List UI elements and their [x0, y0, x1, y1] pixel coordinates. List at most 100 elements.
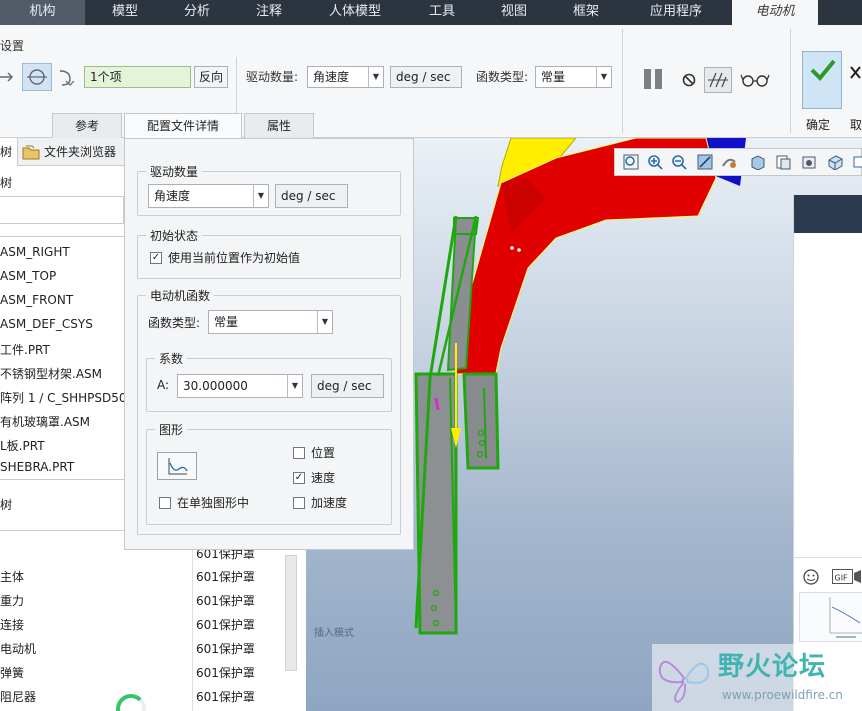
separate-graph-checkbox[interactable]: [159, 497, 171, 509]
ribbon-tab-analysis[interactable]: 分析: [168, 0, 226, 25]
ribbon-tab-motor[interactable]: 电动机: [732, 0, 818, 25]
view-manager-icon[interactable]: [801, 154, 817, 170]
graphics-toolbar: [614, 148, 862, 176]
zoom-out-icon[interactable]: [671, 154, 687, 170]
function-type-label: 函数类型:: [148, 316, 201, 330]
ribbon-tab-model[interactable]: 模型: [96, 0, 154, 25]
ok-button[interactable]: [802, 51, 842, 109]
refit-icon[interactable]: [623, 154, 639, 170]
tree-item[interactable]: 有机玻璃罩.ASM: [0, 413, 90, 430]
tree-item[interactable]: ASM_RIGHT: [0, 245, 70, 259]
list-item: 601保护罩: [196, 690, 255, 704]
separate-graph-label: 在单独图形中: [177, 496, 250, 510]
acceleration-checkbox[interactable]: [293, 497, 305, 509]
thumbnail-plot: [829, 597, 862, 638]
pause-icon: [655, 69, 662, 89]
tree-item[interactable]: 阵列 1 / C_SHHPSD50.A: [0, 389, 139, 406]
ribbon-tab-annotation[interactable]: 注释: [240, 0, 298, 25]
coef-a-input[interactable]: 30.000000 ▼: [177, 374, 303, 398]
drive-qty-group: 驱动数量 角速度 ▼ deg / sec: [137, 163, 401, 216]
drive-qty-select[interactable]: 角速度 ▼: [307, 66, 384, 88]
preview-toggle[interactable]: [704, 67, 732, 93]
use-current-position-label: 使用当前位置作为初始值: [168, 251, 301, 265]
spin-center-icon[interactable]: [721, 154, 737, 170]
tree-search-field[interactable]: [0, 196, 124, 224]
mech-tree-item-springs[interactable]: 弹簧: [0, 664, 24, 681]
mech-tree-item-gravity[interactable]: 重力: [0, 592, 24, 609]
rotation-axis-icon: [27, 69, 47, 85]
ribbon-tab-view[interactable]: 视图: [486, 0, 542, 25]
tree-item[interactable]: ASM_FRONT: [0, 293, 73, 307]
func-type-value: 常量: [541, 70, 566, 84]
ok-label: 确定: [806, 118, 831, 132]
drive-qty-value: 角速度: [313, 70, 350, 84]
ribbon-tab-framework[interactable]: 框架: [558, 0, 614, 25]
velocity-checkbox[interactable]: ✓: [293, 472, 305, 484]
ribbon-tab-human-model[interactable]: 人体模型: [318, 0, 392, 25]
display-style-icon[interactable]: [749, 154, 765, 170]
tree-item[interactable]: ASM_DEF_CSYS: [0, 317, 93, 331]
drive-qty-group-title: 驱动数量: [146, 163, 203, 180]
mech-tree-item-motors[interactable]: 电动机: [0, 640, 36, 657]
subtab-references[interactable]: 参考: [52, 113, 122, 138]
tree-item[interactable]: 不锈钢型材架.ASM: [0, 365, 102, 382]
ribbon-tab-tools[interactable]: 工具: [414, 0, 470, 25]
pause-button[interactable]: [640, 65, 668, 95]
initial-state-group-title: 初始状态: [146, 227, 203, 244]
motor-function-group-title: 电动机函数: [146, 287, 215, 304]
reverse-button[interactable]: 反向: [194, 66, 228, 88]
function-type-dropdown[interactable]: 常量 ▼: [208, 310, 333, 334]
drive-qty-label: 驱动数量:: [246, 70, 299, 84]
ribbon-panel: 设置 1个项 反向 驱动数量: 角速度 ▼ deg / sec 函数类型: 常量…: [0, 25, 862, 138]
divider: [0, 479, 124, 480]
use-current-position-checkbox[interactable]: ✓: [150, 252, 162, 264]
plot-graph-button[interactable]: [157, 452, 197, 480]
direction-curve-icon[interactable]: [56, 65, 78, 89]
mech-tree-item-dampers[interactable]: 阻尼器: [0, 688, 36, 705]
separator: [622, 29, 623, 133]
ribbon-tab-bar: 机构 模型 分析 注释 人体模型 工具 视图 框架 应用程序 电动机: [0, 0, 862, 25]
tree-item[interactable]: 工件.PRT: [0, 341, 50, 358]
func-type-select[interactable]: 常量 ▼: [535, 66, 612, 88]
chart-thumbnail[interactable]: [799, 592, 862, 642]
list-item: 601保护罩: [196, 618, 255, 632]
watermark-url: www.proewildfire.cn: [722, 688, 843, 702]
ribbon-tab-mechanism[interactable]: 机构: [0, 0, 85, 25]
graph-group: 图形 在单独图形中 位置 ✓ 速度 加速度: [146, 421, 392, 525]
gif-icon[interactable]: GIF: [832, 569, 862, 585]
divider: [0, 236, 124, 237]
list-item: 601保护罩: [196, 570, 255, 584]
tab-tree[interactable]: 树: [0, 138, 18, 166]
tree-item[interactable]: ASM_TOP: [0, 269, 56, 283]
drive-unit-box: deg / sec: [390, 66, 462, 88]
scrollbar[interactable]: [285, 555, 297, 671]
velocity-label: 速度: [311, 471, 336, 485]
close-icon[interactable]: [849, 65, 862, 81]
smiley-icon[interactable]: [802, 568, 820, 586]
glasses-icon[interactable]: [740, 69, 770, 91]
function-type-value: 常量: [214, 315, 239, 329]
mech-tree-header: 树: [0, 498, 13, 512]
initial-state-group: 初始状态 ✓ 使用当前位置作为初始值: [137, 227, 401, 279]
perspective-icon[interactable]: [827, 154, 843, 170]
mech-tree-item-bodies[interactable]: 主体: [0, 568, 24, 585]
tab-folder-browser[interactable]: 文件夹浏览器: [44, 138, 116, 166]
motor-ref-toggle[interactable]: [22, 63, 52, 91]
detail-column: 601保护罩 601保护罩 601保护罩 601保护罩 601保护罩 601保护…: [192, 545, 306, 711]
butterfly-logo: [658, 660, 710, 703]
subtab-profile-details[interactable]: 配置文件详情: [124, 113, 242, 138]
subtab-properties[interactable]: 属性: [244, 113, 314, 138]
saved-views-icon[interactable]: [775, 154, 791, 170]
position-checkbox[interactable]: [293, 447, 305, 459]
tree-item[interactable]: SHEBRA.PRT: [0, 460, 74, 474]
arrow-ref-icon[interactable]: [0, 67, 18, 87]
tree-item[interactable]: L板.PRT: [0, 437, 45, 454]
drive-qty-dropdown[interactable]: 角速度 ▼: [148, 184, 269, 208]
no-entry-icon[interactable]: [681, 72, 697, 88]
repaint-icon[interactable]: [697, 154, 713, 170]
annotation-display-icon[interactable]: [851, 154, 862, 170]
zoom-in-icon[interactable]: [647, 154, 663, 170]
ribbon-tab-applications[interactable]: 应用程序: [636, 0, 716, 25]
mech-tree-item-connections[interactable]: 连接: [0, 616, 24, 633]
reference-collector-field[interactable]: 1个项: [84, 66, 191, 88]
